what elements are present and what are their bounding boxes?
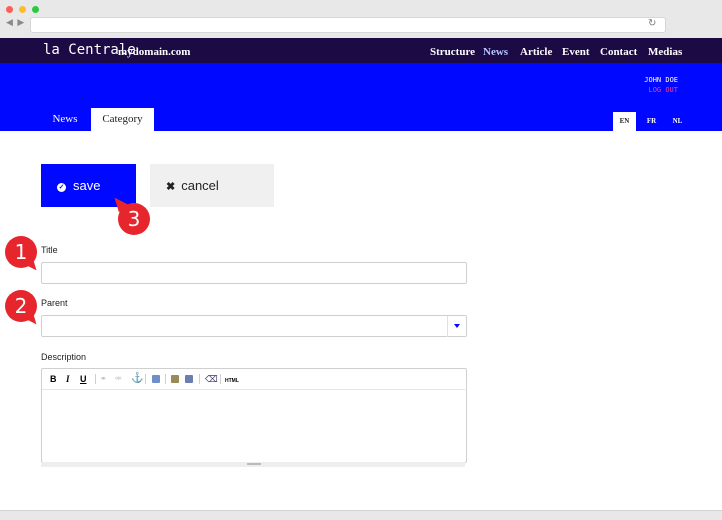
minimize-window-icon[interactable] [19, 6, 26, 13]
italic-button[interactable]: I [66, 374, 70, 384]
bold-button[interactable]: B [50, 374, 57, 384]
paste-word-icon[interactable] [185, 375, 193, 383]
toolbar-divider [145, 374, 146, 384]
callout-badge-2: 2 [5, 290, 37, 322]
cancel-button[interactable]: ✖ cancel [150, 164, 274, 207]
description-label: Description [41, 352, 87, 362]
resize-grip-icon [247, 463, 261, 465]
nav-item-medias[interactable]: Medias [648, 46, 682, 58]
html-source-button[interactable]: HTML [225, 376, 239, 386]
title-label: Title [41, 245, 58, 255]
user-name: JOHN DOE [644, 76, 678, 84]
callout-badge-3: 3 [118, 203, 150, 235]
paste-icon[interactable] [171, 375, 179, 383]
toolbar-divider [165, 374, 166, 384]
parent-select[interactable] [41, 315, 467, 337]
logout-link[interactable]: LOG OUT [600, 86, 678, 94]
site-domain[interactable]: mydomain.com [118, 46, 190, 58]
toolbar-divider [199, 374, 200, 384]
lang-nl[interactable]: NL [666, 112, 689, 131]
lang-fr[interactable]: FR [640, 112, 663, 131]
maximize-window-icon[interactable] [32, 6, 39, 13]
nav-item-contact[interactable]: Contact [600, 46, 637, 58]
tab-news[interactable]: News [42, 108, 88, 131]
anchor-icon[interactable]: ⚓ [131, 374, 143, 384]
eraser-icon[interactable]: ⌫ [205, 374, 218, 384]
cancel-label: cancel [181, 178, 219, 193]
nav-item-news[interactable]: News [483, 46, 508, 58]
chevron-down-icon[interactable] [447, 316, 467, 337]
link-icon[interactable]: ⚭ [100, 374, 107, 384]
check-icon: ✓ [57, 183, 66, 192]
image-icon[interactable] [152, 375, 160, 383]
editor-toolbar: B I U ⚭ ⚮ ⚓ ⌫ HTML [42, 369, 465, 390]
save-label: save [73, 178, 101, 193]
nav-item-event[interactable]: Event [562, 46, 590, 58]
nav-item-structure[interactable]: Structure [430, 46, 475, 58]
toolbar-divider [95, 374, 96, 384]
tab-category[interactable]: Category [91, 108, 154, 131]
title-input[interactable] [41, 262, 467, 284]
nav-item-article[interactable]: Article [520, 46, 552, 58]
underline-button[interactable]: U [80, 374, 87, 384]
toolbar-divider [220, 374, 221, 384]
close-window-icon[interactable] [6, 6, 13, 13]
back-forward-icon[interactable]: ◀ ▶ [6, 17, 25, 28]
lang-en[interactable]: EN [613, 112, 636, 131]
unlink-icon[interactable]: ⚮ [115, 374, 122, 384]
reload-icon[interactable]: ↻ [648, 17, 656, 31]
callout-badge-1: 1 [5, 236, 37, 268]
close-icon: ✖ [166, 181, 176, 193]
parent-label: Parent [41, 298, 68, 308]
address-bar[interactable] [30, 17, 666, 33]
